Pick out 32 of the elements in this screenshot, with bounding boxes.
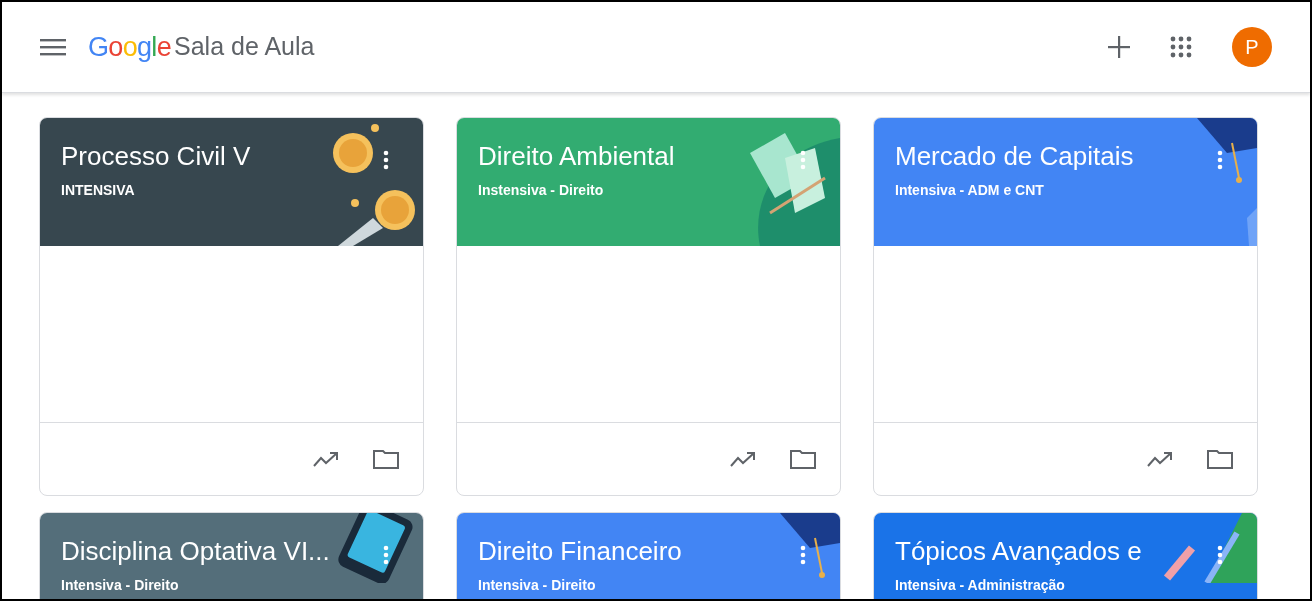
class-section: INTENSIVA: [61, 180, 251, 201]
class-card[interactable]: Mercado de Capitais Intensiva - ADM e CNT: [873, 117, 1258, 496]
apps-grid-icon[interactable]: [1170, 36, 1192, 58]
class-section: Intensiva - ADM e CNT: [895, 180, 1134, 201]
class-card[interactable]: Tópicos Avançados e Intensiva - Administração: [873, 512, 1258, 599]
app-title[interactable]: Sala de Aula: [174, 28, 315, 66]
class-card[interactable]: Processo Civil V INTENSIVA: [39, 117, 424, 496]
class-section: Intensiva - Administração: [895, 575, 1142, 596]
account-avatar[interactable]: P: [1232, 27, 1272, 67]
class-card[interactable]: Disciplina Optativa VI... Intensiva - Direito: [39, 512, 424, 599]
class-section: Instensiva - Direito: [478, 180, 675, 201]
class-section: Intensiva - Direito: [61, 575, 330, 596]
class-title[interactable]: Processo Civil V: [61, 138, 251, 174]
menu-icon[interactable]: [40, 38, 66, 56]
class-section: Intensiva - Direito: [478, 575, 682, 596]
class-card[interactable]: Direito Ambiental Instensiva - Direito: [456, 117, 841, 496]
folder-icon[interactable]: [373, 449, 399, 469]
add-icon[interactable]: [1108, 36, 1130, 58]
trending-up-icon[interactable]: [1147, 451, 1173, 467]
more-options-icon[interactable]: [383, 150, 389, 170]
class-title[interactable]: Direito Ambiental: [478, 138, 675, 174]
folder-icon[interactable]: [1207, 449, 1233, 469]
more-options-icon[interactable]: [1217, 545, 1223, 565]
class-title[interactable]: Disciplina Optativa VI...: [61, 533, 330, 569]
folder-icon[interactable]: [790, 449, 816, 469]
trending-up-icon[interactable]: [313, 451, 339, 467]
class-title[interactable]: Mercado de Capitais: [895, 138, 1134, 174]
class-title[interactable]: Direito Financeiro: [478, 533, 682, 569]
google-logo[interactable]: Google: [88, 26, 172, 68]
class-card[interactable]: Direito Financeiro Intensiva - Direito: [456, 512, 841, 599]
trending-up-icon[interactable]: [730, 451, 756, 467]
class-title[interactable]: Tópicos Avançados e: [895, 533, 1142, 569]
